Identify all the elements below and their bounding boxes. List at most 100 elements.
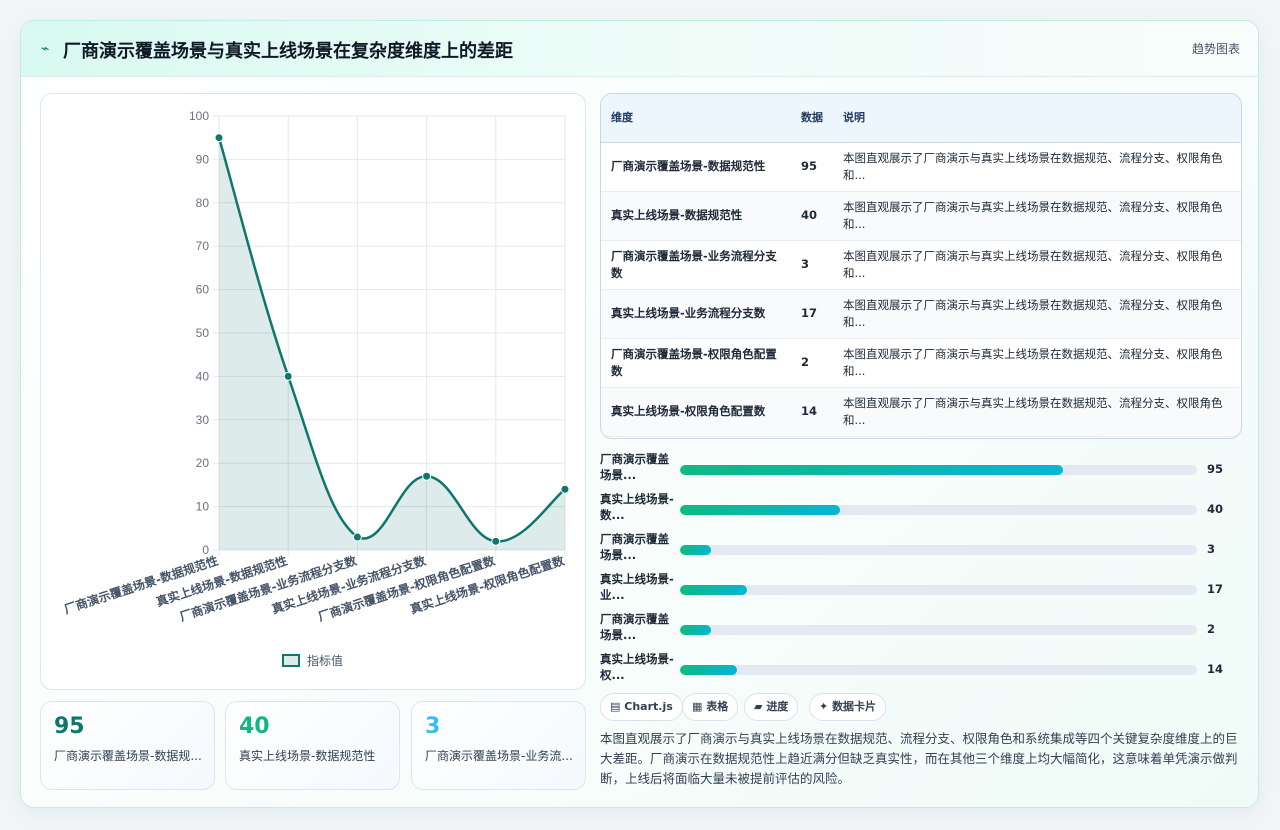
data-point bbox=[352, 532, 362, 542]
y-tick-label: 50 bbox=[196, 326, 210, 340]
data-point bbox=[560, 484, 570, 494]
progress-value: 14 bbox=[1207, 662, 1224, 676]
table-row: 厂商演示覆盖场景-业务流程分支数 3 本图直观展示了厂商演示与真实上线场景在数据规范… bbox=[601, 240, 1241, 290]
cell-dimension: 真实上线场景-权限角色配置数 bbox=[601, 387, 791, 437]
table-row: 真实上线场景-权限角色配置数 14 本图直观展示了厂商演示与真实上线场景在数据规范、… bbox=[601, 387, 1241, 437]
y-tick-label: 40 bbox=[196, 369, 210, 383]
series-area bbox=[219, 137, 565, 550]
summary-text: 本图直观展示了厂商演示与真实上线场景在数据规范、流程分支、权限角色和系统集成等四… bbox=[600, 731, 1238, 786]
data-point bbox=[283, 371, 293, 381]
progress-row: 真实上线场景-业... 17 bbox=[600, 571, 1242, 611]
progress-row: 真实上线场景-权... 14 bbox=[600, 651, 1242, 691]
stat-label: 厂商演示覆盖场景-业务流... bbox=[425, 749, 573, 763]
line-chart-panel: 0 10 20 30 40 50 60 70 80 90 100 厂商演示覆盖场景-数据规范性 真实上线… bbox=[40, 93, 586, 690]
cell-description: 本图直观展示了厂商演示与真实上线场景在数据规范、流程分支、权限角色和... bbox=[833, 142, 1241, 192]
y-tick-label: 90 bbox=[196, 152, 210, 166]
y-tick-label: 80 bbox=[196, 196, 210, 210]
data-point bbox=[491, 536, 501, 546]
dashboard-card: ⌁ 厂商演示覆盖场景与真实上线场景在复杂度维度上的差距 趋势图表 0 10 20 30… bbox=[20, 20, 1259, 808]
stat-label: 真实上线场景-数据规范性 bbox=[239, 749, 376, 763]
cell-description: 本图直观展示了厂商演示与真实上线场景在数据规范、流程分支、权限角色和... bbox=[833, 338, 1241, 388]
chart-type-tag: 趋势图表 bbox=[1191, 42, 1240, 56]
progress-row: 厂商演示覆盖场景... 95 bbox=[600, 451, 1242, 491]
cell-description: 本图直观展示了厂商演示与真实上线场景在数据规范、流程分支、权限角色和... bbox=[833, 191, 1241, 241]
chip-table[interactable]: ▦ 表格 bbox=[682, 693, 739, 721]
column-header-description: 说明 bbox=[833, 94, 1241, 143]
progress-fill bbox=[680, 585, 748, 595]
chip-label: 表格 bbox=[706, 700, 729, 713]
y-tick-label: 20 bbox=[196, 456, 210, 470]
chip-label: 进度 bbox=[766, 700, 789, 713]
progress-fill bbox=[680, 625, 712, 635]
progress-row: 厂商演示覆盖场景... 2 bbox=[600, 611, 1242, 651]
progress-label: 真实上线场景-业... bbox=[600, 572, 674, 602]
progress-icon: ▰ bbox=[754, 700, 763, 713]
progress-label: 厂商演示覆盖场景... bbox=[600, 532, 669, 562]
card-header: ⌁ 厂商演示覆盖场景与真实上线场景在复杂度维度上的差距 趋势图表 bbox=[21, 21, 1258, 77]
chip-chart[interactable]: ▤ Chart.js bbox=[600, 693, 683, 721]
progress-value: 3 bbox=[1207, 542, 1216, 556]
chip-label: 数据卡片 bbox=[832, 700, 877, 713]
data-point bbox=[214, 133, 224, 143]
cell-value: 95 bbox=[791, 142, 833, 192]
progress-label: 真实上线场景-数... bbox=[600, 492, 674, 522]
cell-dimension: 厂商演示覆盖场景-业务流程分支数 bbox=[601, 240, 791, 290]
progress-value: 40 bbox=[1207, 502, 1224, 516]
chart-icon: ▤ bbox=[610, 700, 621, 713]
table-header-row: 维度 数据 说明 bbox=[601, 94, 1241, 143]
progress-fill bbox=[680, 465, 1063, 475]
progress-track bbox=[680, 585, 1197, 595]
table-row: 厂商演示覆盖场景-数据规范性 95 本图直观展示了厂商演示与真实上线场景在数据规范、… bbox=[601, 142, 1241, 192]
stat-value: 3 bbox=[425, 714, 441, 739]
cell-value: 14 bbox=[791, 387, 833, 437]
stat-value: 95 bbox=[54, 714, 85, 739]
chip-sparkle[interactable]: ✦ 数据卡片 bbox=[809, 693, 887, 721]
cell-dimension: 真实上线场景-业务流程分支数 bbox=[601, 289, 791, 339]
cell-dimension: 真实上线场景-数据规范性 bbox=[601, 191, 791, 241]
stat-value: 40 bbox=[239, 714, 270, 739]
stat-card: 3 厂商演示覆盖场景-业务流... bbox=[411, 701, 586, 790]
table-row: 真实上线场景-业务流程分支数 17 本图直观展示了厂商演示与真实上线场景在数据规范、… bbox=[601, 289, 1241, 339]
y-tick-label: 60 bbox=[196, 283, 210, 297]
progress-value: 2 bbox=[1207, 622, 1216, 636]
y-tick-label: 70 bbox=[196, 239, 210, 253]
chip-label: Chart.js bbox=[624, 700, 673, 713]
y-tick-label: 100 bbox=[189, 109, 209, 123]
progress-value: 95 bbox=[1207, 462, 1224, 476]
progress-track bbox=[680, 665, 1197, 675]
cell-value: 2 bbox=[791, 338, 833, 388]
legend-label: 指标值 bbox=[307, 653, 343, 668]
table-icon: ▦ bbox=[692, 700, 703, 713]
progress-track bbox=[680, 505, 1197, 515]
legend-swatch bbox=[282, 654, 300, 667]
data-table: 维度 数据 说明 厂商演示覆盖场景-数据规范性 95 本图直观展示了厂商演示与真实上… bbox=[600, 93, 1242, 439]
progress-value: 17 bbox=[1207, 582, 1224, 596]
progress-label: 真实上线场景-权... bbox=[600, 652, 674, 682]
data-point bbox=[422, 471, 432, 481]
table-row: 厂商演示覆盖场景-权限角色配置数 2 本图直观展示了厂商演示与真实上线场景在数据规范… bbox=[601, 338, 1241, 388]
y-tick-label: 10 bbox=[196, 500, 210, 514]
table-row: 真实上线场景-数据规范性 40 本图直观展示了厂商演示与真实上线场景在数据规范、流程… bbox=[601, 191, 1241, 241]
y-tick-label: 30 bbox=[196, 413, 210, 427]
stat-label: 厂商演示覆盖场景-数据规... bbox=[54, 749, 202, 763]
progress-label: 厂商演示覆盖场景... bbox=[600, 452, 669, 482]
stat-card: 40 真实上线场景-数据规范性 bbox=[225, 701, 400, 790]
progress-row: 厂商演示覆盖场景... 3 bbox=[600, 531, 1242, 571]
cell-description: 本图直观展示了厂商演示与真实上线场景在数据规范、流程分支、权限角色和... bbox=[833, 387, 1241, 437]
cell-description: 本图直观展示了厂商演示与真实上线场景在数据规范、流程分支、权限角色和... bbox=[833, 289, 1241, 339]
page-title: 厂商演示覆盖场景与真实上线场景在复杂度维度上的差距 bbox=[63, 41, 513, 62]
sparkle-icon: ✦ bbox=[819, 700, 829, 713]
stat-card: 95 厂商演示覆盖场景-数据规... bbox=[40, 701, 215, 790]
cell-dimension: 厂商演示覆盖场景-权限角色配置数 bbox=[601, 338, 791, 388]
cell-description: 本图直观展示了厂商演示与真实上线场景在数据规范、流程分支、权限角色和... bbox=[833, 240, 1241, 290]
line-chart-icon: ⌁ bbox=[41, 41, 50, 57]
progress-row: 真实上线场景-数... 40 bbox=[600, 491, 1242, 531]
chip-progress[interactable]: ▰ 进度 bbox=[744, 693, 799, 721]
cell-value: 40 bbox=[791, 191, 833, 241]
cell-value: 17 bbox=[791, 289, 833, 339]
progress-fill bbox=[680, 505, 841, 515]
column-header-dimension: 维度 bbox=[601, 94, 791, 143]
progress-fill bbox=[680, 665, 737, 675]
progress-label: 厂商演示覆盖场景... bbox=[600, 612, 669, 642]
cell-dimension: 厂商演示覆盖场景-数据规范性 bbox=[601, 142, 791, 192]
